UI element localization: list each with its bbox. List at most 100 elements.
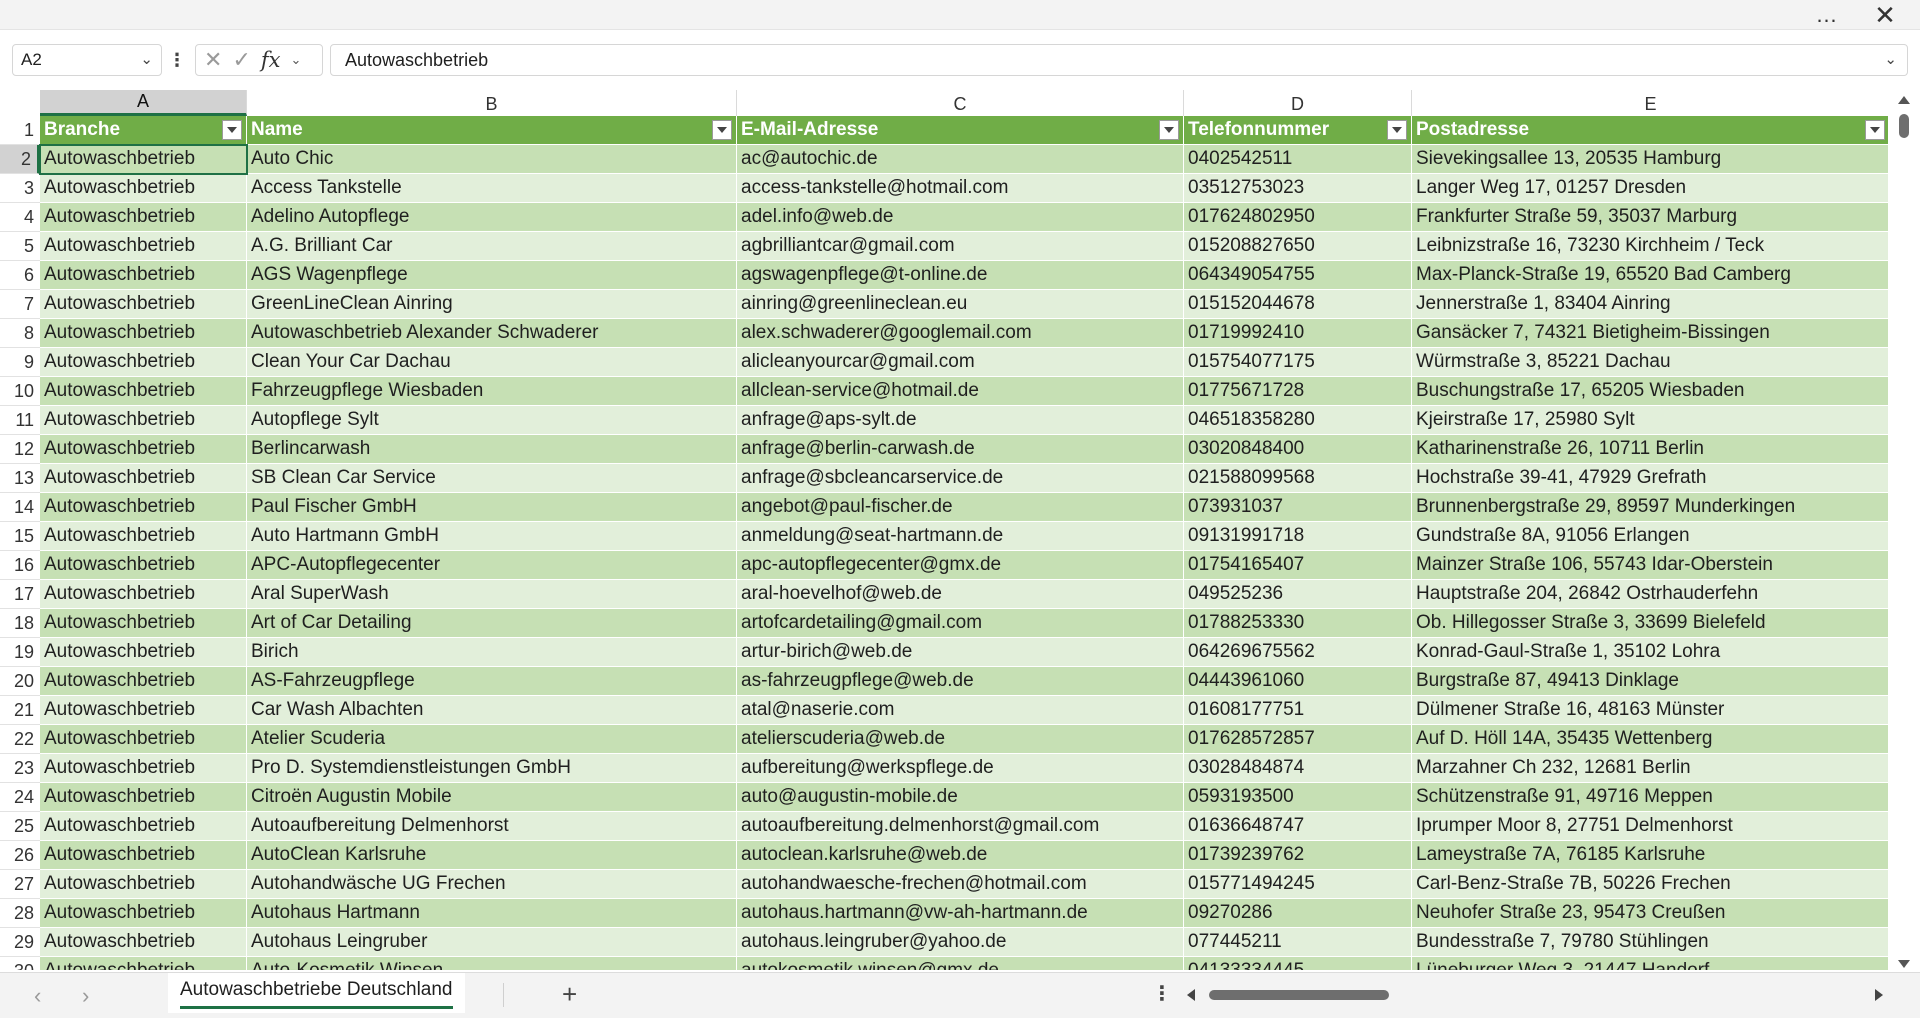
- table-cell[interactable]: Autowaschbetrieb: [40, 348, 247, 377]
- table-cell[interactable]: Autowaschbetrieb: [40, 812, 247, 841]
- table-cell[interactable]: Autohandwäsche UG Frechen: [247, 870, 737, 899]
- table-cell[interactable]: artur-birich@web.de: [737, 638, 1184, 667]
- table-cell[interactable]: Auto Hartmann GmbH: [247, 522, 737, 551]
- table-cell[interactable]: GreenLineClean Ainring: [247, 290, 737, 319]
- table-cell[interactable]: autohandwaesche-frechen@hotmail.com: [737, 870, 1184, 899]
- table-cell[interactable]: Berlincarwash: [247, 435, 737, 464]
- formula-input[interactable]: Autowaschbetrieb ⌄: [330, 44, 1908, 76]
- table-cell[interactable]: 01739239762: [1184, 841, 1412, 870]
- horizontal-scroll-thumb[interactable]: [1209, 990, 1389, 1000]
- row-header[interactable]: 24: [0, 783, 40, 812]
- table-cell[interactable]: 09131991718: [1184, 522, 1412, 551]
- table-cell[interactable]: 064269675562: [1184, 638, 1412, 667]
- table-cell[interactable]: Birich: [247, 638, 737, 667]
- row-header[interactable]: 28: [0, 899, 40, 928]
- table-cell[interactable]: Hauptstraße 204, 26842 Ostrhauderfehn: [1412, 580, 1888, 609]
- table-cell[interactable]: 01775671728: [1184, 377, 1412, 406]
- table-cell[interactable]: Jennerstraße 1, 83404 Ainring: [1412, 290, 1888, 319]
- select-all-corner[interactable]: [0, 90, 40, 116]
- table-cell[interactable]: 0402542511: [1184, 145, 1412, 174]
- header-cell[interactable]: E-Mail-Adresse: [737, 116, 1184, 145]
- table-cell[interactable]: Paul Fischer GmbH: [247, 493, 737, 522]
- table-cell[interactable]: agbrilliantcar@gmail.com: [737, 232, 1184, 261]
- table-cell[interactable]: Autowaschbetrieb: [40, 609, 247, 638]
- table-cell[interactable]: allclean-service@hotmail.de: [737, 377, 1184, 406]
- table-cell[interactable]: 077445211: [1184, 928, 1412, 957]
- header-cell[interactable]: Telefonnummer: [1184, 116, 1412, 145]
- table-cell[interactable]: A.G. Brilliant Car: [247, 232, 737, 261]
- column-header[interactable]: E: [1412, 90, 1888, 116]
- table-cell[interactable]: 04443961060: [1184, 667, 1412, 696]
- table-cell[interactable]: Autowaschbetrieb: [40, 551, 247, 580]
- row-header[interactable]: 25: [0, 812, 40, 841]
- table-cell[interactable]: Autowaschbetrieb: [40, 841, 247, 870]
- filter-dropdown-icon[interactable]: [1865, 120, 1885, 140]
- column-header[interactable]: B: [247, 90, 737, 116]
- table-cell[interactable]: Langer Weg 17, 01257 Dresden: [1412, 174, 1888, 203]
- table-cell[interactable]: Dülmener Straße 16, 48163 Münster: [1412, 696, 1888, 725]
- row-header[interactable]: 14: [0, 493, 40, 522]
- scroll-left-icon[interactable]: [1187, 989, 1195, 1001]
- table-cell[interactable]: ac@autochic.de: [737, 145, 1184, 174]
- table-cell[interactable]: Autowaschbetrieb: [40, 174, 247, 203]
- table-cell[interactable]: 01788253330: [1184, 609, 1412, 638]
- table-cell[interactable]: Katharinenstraße 26, 10711 Berlin: [1412, 435, 1888, 464]
- table-cell[interactable]: Auto-Kosmetik Winsen: [247, 957, 737, 970]
- vertical-scroll-thumb[interactable]: [1899, 114, 1909, 138]
- table-cell[interactable]: Ob. Hillegosser Straße 3, 33699 Bielefel…: [1412, 609, 1888, 638]
- row-header[interactable]: 4: [0, 203, 40, 232]
- table-cell[interactable]: Burgstraße 87, 49413 Dinklage: [1412, 667, 1888, 696]
- table-cell[interactable]: Autowaschbetrieb: [40, 725, 247, 754]
- row-header[interactable]: 7: [0, 290, 40, 319]
- filter-dropdown-icon[interactable]: [222, 120, 242, 140]
- table-cell[interactable]: Car Wash Albachten: [247, 696, 737, 725]
- table-cell[interactable]: Marzahner Ch 232, 12681 Berlin: [1412, 754, 1888, 783]
- table-cell[interactable]: 03028484874: [1184, 754, 1412, 783]
- table-cell[interactable]: Buschungstraße 17, 65205 Wiesbaden: [1412, 377, 1888, 406]
- table-cell[interactable]: Neuhofer Straße 23, 95473 Creußen: [1412, 899, 1888, 928]
- table-cell[interactable]: Autowaschbetrieb: [40, 957, 247, 970]
- row-header[interactable]: 13: [0, 464, 40, 493]
- horizontal-scrollbar[interactable]: [1185, 985, 1885, 1005]
- table-cell[interactable]: auto@augustin-mobile.de: [737, 783, 1184, 812]
- table-cell[interactable]: SB Clean Car Service: [247, 464, 737, 493]
- name-box[interactable]: A2 ⌄: [12, 44, 162, 76]
- scroll-up-icon[interactable]: [1898, 96, 1910, 104]
- row-header[interactable]: 23: [0, 754, 40, 783]
- table-cell[interactable]: 015771494245: [1184, 870, 1412, 899]
- row-header[interactable]: 16: [0, 551, 40, 580]
- table-cell[interactable]: Autowaschbetrieb: [40, 290, 247, 319]
- table-cell[interactable]: Autowaschbetrieb: [40, 464, 247, 493]
- filter-dropdown-icon[interactable]: [1159, 120, 1179, 140]
- table-cell[interactable]: Autowaschbetrieb: [40, 899, 247, 928]
- table-cell[interactable]: as-fahrzeugpflege@web.de: [737, 667, 1184, 696]
- sheet-options-icon[interactable]: ⋮: [1152, 981, 1172, 1006]
- table-cell[interactable]: Autowaschbetrieb: [40, 754, 247, 783]
- header-cell[interactable]: Branche: [40, 116, 247, 145]
- table-cell[interactable]: Autowaschbetrieb: [40, 377, 247, 406]
- table-cell[interactable]: Hochstraße 39-41, 47929 Grefrath: [1412, 464, 1888, 493]
- table-cell[interactable]: 04133334445: [1184, 957, 1412, 970]
- table-cell[interactable]: atal@naserie.com: [737, 696, 1184, 725]
- table-cell[interactable]: Art of Car Detailing: [247, 609, 737, 638]
- table-cell[interactable]: autohaus.hartmann@vw-ah-hartmann.de: [737, 899, 1184, 928]
- table-cell[interactable]: 01636648747: [1184, 812, 1412, 841]
- table-cell[interactable]: Auto Chic: [247, 145, 737, 174]
- table-cell[interactable]: APC-Autopflegecenter: [247, 551, 737, 580]
- table-cell[interactable]: alicleanyourcar@gmail.com: [737, 348, 1184, 377]
- table-cell[interactable]: Kjeirstraße 17, 25980 Sylt: [1412, 406, 1888, 435]
- table-cell[interactable]: Autoaufbereitung Delmenhorst: [247, 812, 737, 841]
- table-cell[interactable]: Gansäcker 7, 74321 Bietigheim-Bissingen: [1412, 319, 1888, 348]
- row-header[interactable]: 8: [0, 319, 40, 348]
- scroll-down-icon[interactable]: [1898, 960, 1910, 968]
- row-header[interactable]: 5: [0, 232, 40, 261]
- table-cell[interactable]: Autohaus Hartmann: [247, 899, 737, 928]
- table-cell[interactable]: Citroën Augustin Mobile: [247, 783, 737, 812]
- table-cell[interactable]: Autowaschbetrieb: [40, 406, 247, 435]
- table-cell[interactable]: artofcardetailing@gmail.com: [737, 609, 1184, 638]
- table-cell[interactable]: Pro D. Systemdienstleistungen GmbH: [247, 754, 737, 783]
- table-cell[interactable]: Autowaschbetrieb: [40, 696, 247, 725]
- row-header[interactable]: 22: [0, 725, 40, 754]
- scroll-right-icon[interactable]: [1875, 989, 1883, 1001]
- table-cell[interactable]: Iprumper Moor 8, 27751 Delmenhorst: [1412, 812, 1888, 841]
